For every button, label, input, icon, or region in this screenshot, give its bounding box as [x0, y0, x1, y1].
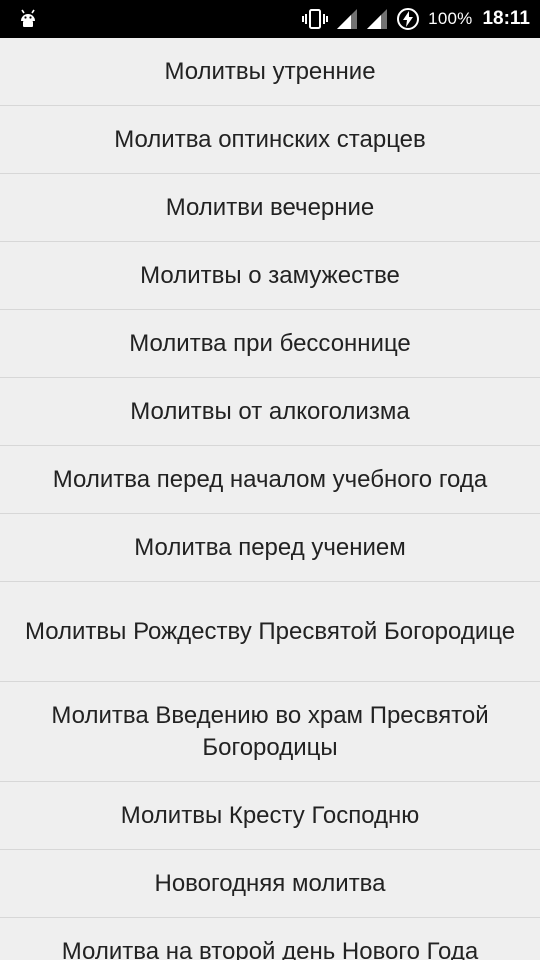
battery-charging-icon [396, 7, 420, 31]
signal-icon [336, 8, 358, 30]
list-item[interactable]: Молитви вечерние [0, 174, 540, 242]
prayer-list: Молитвы утренние Молитва оптинских старц… [0, 38, 540, 960]
list-item[interactable]: Молитвы Рождеству Пресвятой Богородице [0, 582, 540, 682]
list-item-label: Молитвы Кресту Господню [120, 801, 420, 829]
signal-icon [366, 8, 388, 30]
list-item[interactable]: Молитва перед началом учебного года [0, 446, 540, 514]
list-item-label: Молитвы Рождеству Пресвятой Богородице [24, 617, 516, 645]
list-item-label: Молитвы утренние [164, 57, 376, 85]
list-item-label: Новогодняя молитва [154, 869, 386, 897]
list-item[interactable]: Молитва Введению во храм Пресвятой Богор… [0, 682, 540, 782]
list-item-label: Молитва Введению во храм Пресвятой Богор… [51, 701, 489, 761]
list-item[interactable]: Молитва на второй день Нового Года [0, 918, 540, 960]
list-item[interactable]: Молитвы от алкоголизма [0, 378, 540, 446]
list-item[interactable]: Молитвы утренние [0, 38, 540, 106]
list-item-label: Молитва на второй день Нового Года [61, 937, 479, 960]
list-item-label: Молитвы о замужестве [140, 261, 400, 289]
list-item-label: Молитва перед началом учебного года [52, 465, 488, 493]
battery-percentage: 100% [428, 9, 473, 28]
vibrate-icon [302, 8, 329, 30]
list-item-label: Молитва при бессоннице [129, 329, 411, 357]
list-item-label: Молитви вечерние [165, 193, 375, 221]
list-item[interactable]: Молитва оптинских старцев [0, 106, 540, 174]
list-item[interactable]: Молитвы Кресту Господню [0, 782, 540, 850]
status-clock: 18:11 [482, 8, 530, 29]
list-item-label: Молитва перед учением [134, 533, 406, 561]
list-item-label: Молитвы от алкоголизма [130, 397, 410, 425]
list-item[interactable]: Молитва при бессоннице [0, 310, 540, 378]
list-item[interactable]: Новогодняя молитва [0, 850, 540, 918]
list-item-label: Молитва оптинских старцев [114, 125, 426, 153]
android-notification-icon [16, 7, 40, 31]
list-item[interactable]: Молитвы о замужестве [0, 242, 540, 310]
list-item[interactable]: Молитва перед учением [0, 514, 540, 582]
status-bar: 100% 18:11 [0, 0, 540, 38]
